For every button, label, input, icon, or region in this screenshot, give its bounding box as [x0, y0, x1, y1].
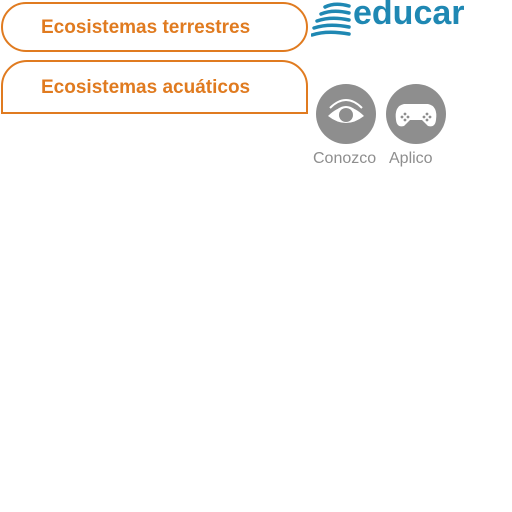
educar-logo-text: educar [353, 0, 465, 32]
tab-ecosistemas-terrestres-label: Ecosistemas terrestres [41, 16, 251, 38]
conozco-button[interactable]: Conozco [313, 84, 377, 172]
aplico-circle [386, 84, 446, 144]
aplico-button[interactable]: Aplico [383, 84, 447, 172]
tab-ecosistemas-terrestres[interactable]: Ecosistemas terrestres [1, 2, 308, 52]
gamepad-icon [395, 104, 437, 127]
conozco-circle [316, 84, 376, 144]
tab-ecosistemas-acuaticos[interactable]: Ecosistemas acuáticos [1, 60, 308, 114]
educar-logo-icon [311, 2, 351, 37]
tab-ecosistemas-acuaticos-label: Ecosistemas acuáticos [41, 76, 251, 98]
educar-logo: educar [311, 0, 471, 40]
conozco-label: Conozco [313, 150, 377, 167]
eye-icon [328, 99, 364, 123]
aplico-label: Aplico [389, 150, 433, 167]
